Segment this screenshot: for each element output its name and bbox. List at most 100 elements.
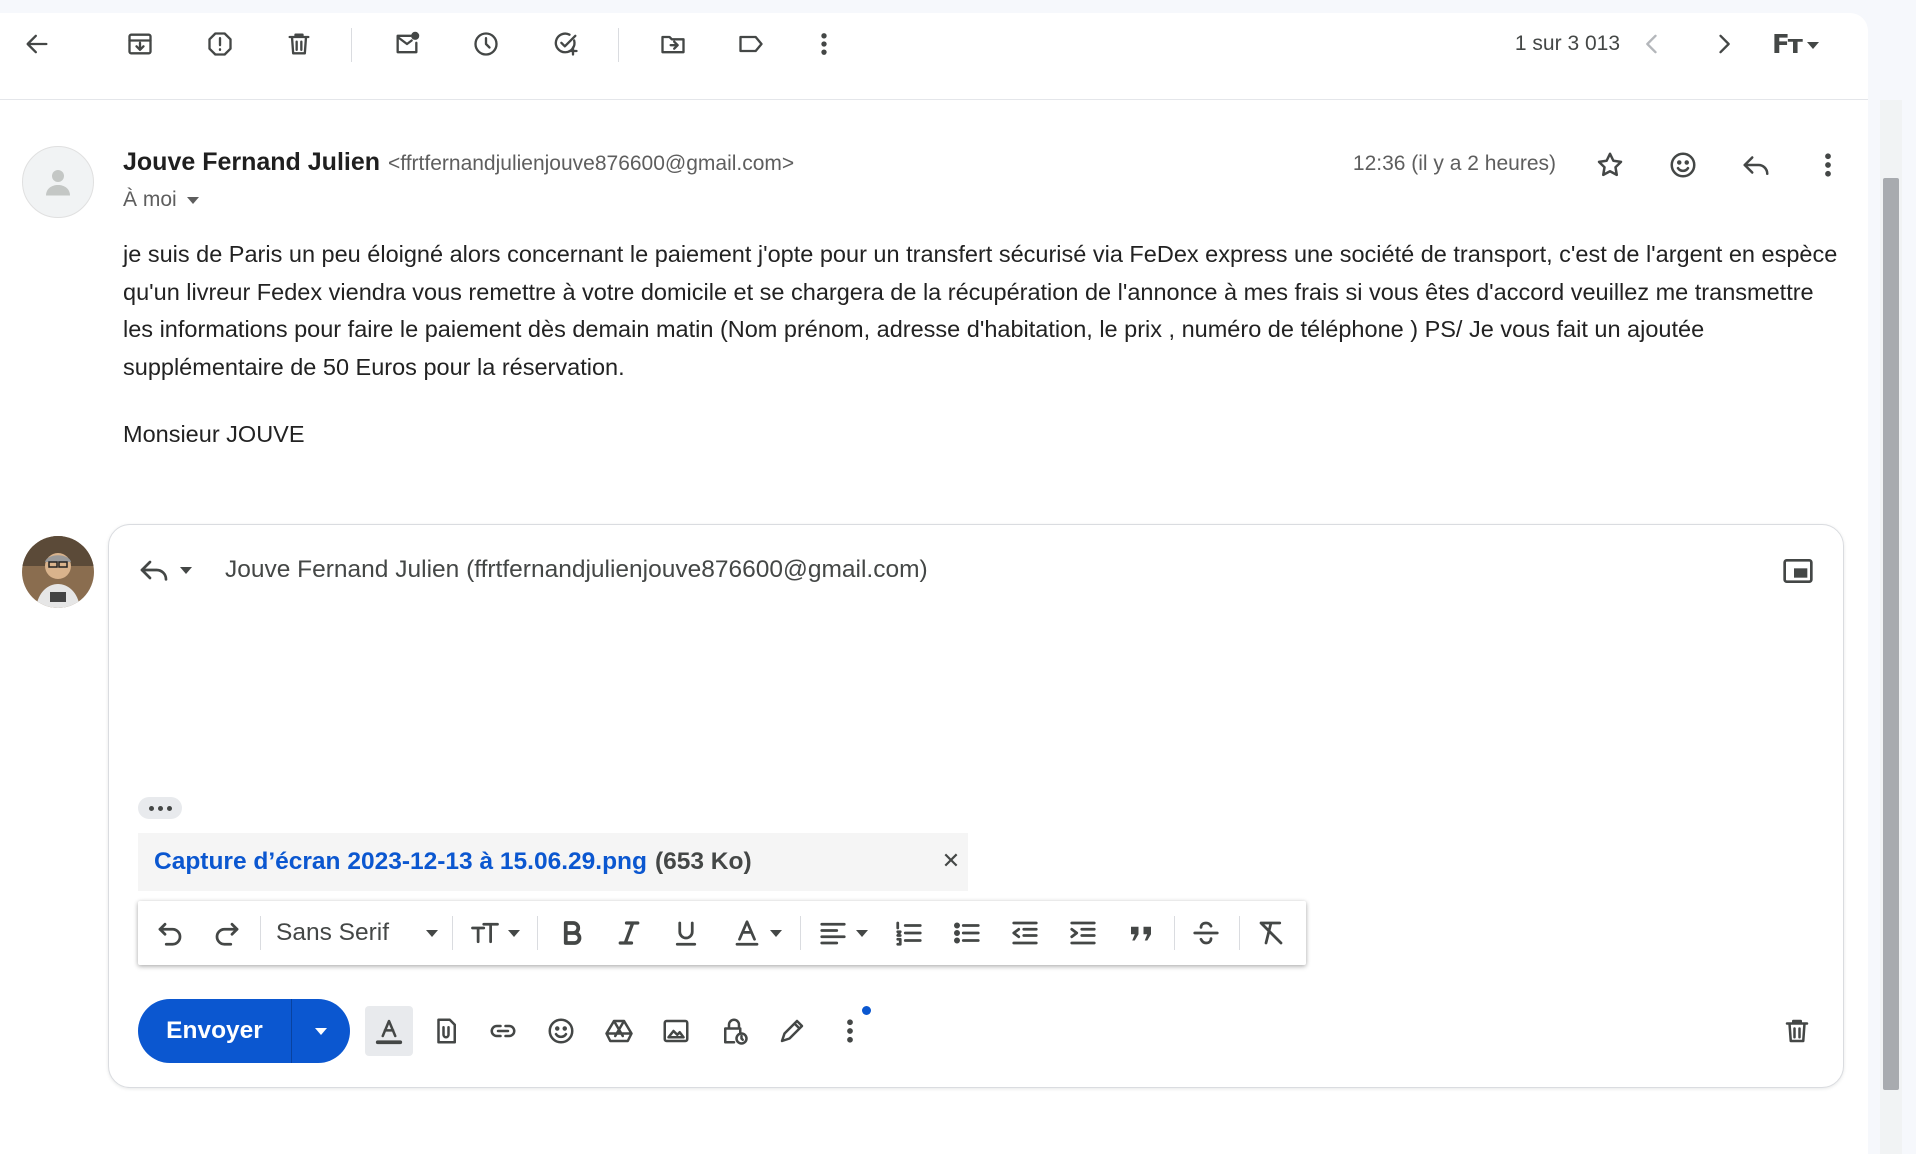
lock-clock-icon: [724, 1018, 748, 1045]
toolbar-divider: [618, 28, 619, 62]
more-options-button[interactable]: [804, 24, 844, 64]
drive-icon: [605, 1019, 633, 1043]
mark-unread-icon: [396, 31, 420, 54]
attach-icon: [437, 1018, 456, 1044]
strikethrough-icon: [1193, 921, 1219, 945]
pen-icon: [780, 1019, 804, 1043]
scrollbar-thumb[interactable]: [1883, 178, 1899, 1090]
more-vertical-icon: [1825, 153, 1831, 177]
chevron-down-icon: [426, 929, 438, 937]
font-size-select[interactable]: [462, 910, 528, 956]
archive-button[interactable]: [120, 24, 160, 64]
sender-email: <ffrtfernandjulienjouve876600@gmail.com>: [388, 152, 795, 175]
underline-button[interactable]: [666, 910, 706, 956]
add-task-button[interactable]: [546, 24, 586, 64]
insert-signature-button[interactable]: [768, 1006, 816, 1056]
numbered-list-icon: [896, 921, 922, 946]
bulleted-list-button[interactable]: [947, 910, 987, 956]
recipient-details-toggle[interactable]: À moi: [123, 188, 199, 212]
delete-button[interactable]: [279, 24, 319, 64]
undo-icon: [158, 922, 182, 946]
discard-draft-button[interactable]: [1773, 1006, 1821, 1056]
toolbar-divider: [260, 916, 261, 950]
insert-drive-button[interactable]: [595, 1006, 643, 1056]
indent-more-button[interactable]: [1063, 910, 1103, 956]
sender-name[interactable]: Jouve Fernand Julien: [123, 148, 380, 177]
snooze-icon: [474, 32, 498, 56]
label-button[interactable]: [731, 24, 771, 64]
quote-icon: [1131, 926, 1151, 941]
sender-avatar[interactable]: [22, 146, 94, 218]
attach-files-button[interactable]: [422, 1006, 470, 1056]
user-photo: [22, 536, 94, 608]
snooze-button[interactable]: [466, 24, 506, 64]
redo-icon: [215, 922, 239, 946]
reply-type-menu[interactable]: [138, 554, 192, 586]
reply-button[interactable]: [1734, 143, 1778, 187]
insert-emoji-button[interactable]: [537, 1006, 585, 1056]
chevron-down-icon: [856, 929, 868, 937]
remove-attachment-button[interactable]: ✕: [939, 849, 963, 874]
image-icon: [663, 1019, 689, 1043]
remove-formatting-button[interactable]: [1251, 910, 1291, 956]
text-color-button[interactable]: [727, 910, 787, 956]
align-button[interactable]: [812, 910, 874, 956]
input-tools-button[interactable]: Fᴛ: [1772, 28, 1836, 62]
move-to-icon: [661, 35, 685, 54]
numbered-list-button[interactable]: [889, 910, 929, 956]
insert-photo-button[interactable]: [652, 1006, 700, 1056]
more-vertical-icon: [821, 33, 827, 55]
insert-link-button[interactable]: [479, 1006, 527, 1056]
emoji-icon: [548, 1018, 574, 1044]
message-body: je suis de Paris un peu éloigné alors co…: [123, 241, 1838, 380]
indent-less-button[interactable]: [1005, 910, 1045, 956]
send-options-button[interactable]: [292, 999, 350, 1063]
confidential-mode-button[interactable]: [710, 1006, 758, 1056]
toolbar-divider: [1239, 916, 1240, 950]
popout-reply-button[interactable]: [1778, 554, 1818, 588]
message-time: 12:36 (il y a 2 heures): [1352, 152, 1556, 175]
message-toolbar: [0, 13, 1868, 100]
dot: [157, 805, 163, 811]
chevron-down-icon: [770, 929, 782, 937]
bold-button[interactable]: [552, 910, 592, 956]
newer-chevron-icon: [1646, 34, 1657, 54]
label-icon: [739, 35, 763, 53]
chevron-down-icon: [180, 566, 192, 574]
reply-compose-box: [108, 524, 1844, 1088]
undo-button[interactable]: [150, 910, 190, 956]
clear-formatting-icon: [1259, 921, 1283, 945]
older-button[interactable]: [1704, 24, 1744, 64]
text-size-icon: [471, 922, 499, 944]
mark-unread-button[interactable]: [387, 24, 427, 64]
newer-button[interactable]: [1632, 24, 1672, 64]
report-spam-icon: [208, 32, 232, 56]
font-family-select[interactable]: Sans Serif: [272, 910, 442, 956]
message-more-button[interactable]: [1806, 143, 1850, 187]
format-text-icon: [375, 1019, 403, 1045]
redo-button[interactable]: [207, 910, 247, 956]
report-spam-button[interactable]: [200, 24, 240, 64]
attachment-name[interactable]: Capture d’écran 2023-12-13 à 15.06.29.pn…: [154, 848, 647, 876]
add-reaction-button[interactable]: [1661, 143, 1705, 187]
toolbar-divider: [452, 916, 453, 950]
star-button[interactable]: [1588, 143, 1632, 187]
compose-recipient[interactable]: Jouve Fernand Julien (ffrtfernandjulienj…: [225, 556, 928, 584]
italic-button[interactable]: [609, 910, 649, 956]
move-to-button[interactable]: [653, 24, 693, 64]
quote-button[interactable]: [1121, 910, 1161, 956]
attachment-size: (653 Ko): [654, 848, 752, 875]
strikethrough-button[interactable]: [1186, 910, 1226, 956]
font-family-value: Sans Serif: [276, 919, 390, 946]
formatting-options-button[interactable]: [365, 1006, 413, 1056]
show-trimmed-content-button[interactable]: [138, 797, 182, 819]
underline-icon: [675, 921, 697, 946]
message-signature: Monsieur JOUVE: [123, 421, 305, 447]
chevron-down-icon: [315, 1027, 327, 1035]
emoji-icon: [1670, 152, 1696, 178]
back-button[interactable]: [17, 24, 57, 64]
back-arrow-icon: [26, 34, 48, 54]
user-avatar[interactable]: [22, 536, 94, 608]
send-button[interactable]: Envoyer: [138, 1017, 291, 1045]
delete-icon: [288, 33, 310, 55]
